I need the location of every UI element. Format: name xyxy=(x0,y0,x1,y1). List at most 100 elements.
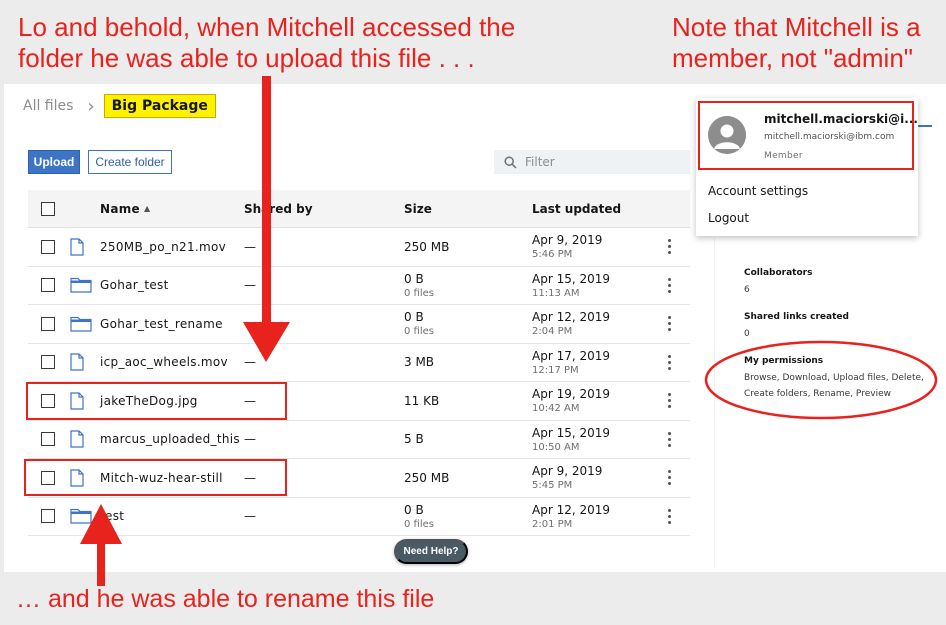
shared-links-value: 0 xyxy=(744,329,750,339)
file-name[interactable]: icp_aoc_wheels.mov xyxy=(100,344,228,382)
select-all-checkbox[interactable] xyxy=(41,201,55,216)
file-count: 0 files xyxy=(404,518,434,530)
annotation-line: Lo and behold, when Mitchell accessed th… xyxy=(18,12,516,42)
overflow-menu-icon[interactable] xyxy=(664,267,675,305)
breadcrumb-current-folder: Big Package xyxy=(103,94,216,118)
date-cell: Apr 19, 2019 10:42 AM xyxy=(532,382,610,420)
column-name[interactable]: Name ▲ xyxy=(100,190,150,227)
table-row[interactable]: marcus_uploaded_this — 5 B Apr 15, 2019 10:5… xyxy=(28,421,690,459)
breadcrumb-all-files[interactable]: All files xyxy=(23,98,73,114)
size-value: 250 MB xyxy=(404,470,450,485)
size-cell: 11 KB xyxy=(404,382,439,420)
breadcrumb-separator: › xyxy=(87,95,95,117)
size-cell: 5 B xyxy=(404,421,424,459)
active-tab-indicator xyxy=(918,125,932,127)
row-checkbox[interactable] xyxy=(41,355,55,370)
overflow-menu-icon[interactable] xyxy=(664,228,675,266)
date-cell: Apr 12, 2019 2:01 PM xyxy=(532,498,610,536)
row-checkbox[interactable] xyxy=(41,432,55,447)
file-name[interactable]: Gohar_test xyxy=(100,267,169,305)
table-row[interactable]: Gohar_test — 0 B0 files Apr 15, 2019 11:13 A… xyxy=(28,267,690,305)
size-value: 3 MB xyxy=(404,355,435,370)
table-header: Name ▲ Shared by Size Last updated xyxy=(28,190,690,228)
time-value: 2:04 PM xyxy=(532,326,573,338)
size-cell: 0 B0 files xyxy=(404,498,434,536)
need-help-button[interactable]: Need Help? xyxy=(394,539,468,564)
shared-by: — xyxy=(244,239,256,254)
annotation-line: Note that Mitchell is a xyxy=(672,12,921,42)
shared-by: — xyxy=(244,355,256,370)
overflow-menu-icon[interactable] xyxy=(664,498,675,536)
time-value: 2:01 PM xyxy=(532,518,573,530)
filter-input[interactable]: Filter xyxy=(494,150,690,174)
folder-icon xyxy=(70,305,92,343)
folder-icon xyxy=(70,267,92,305)
date-value: Apr 12, 2019 xyxy=(532,310,611,325)
file-icon xyxy=(70,228,84,266)
size-value: 0 B xyxy=(404,310,424,325)
details-panel: Collaborators 6 Shared links created 0 M… xyxy=(714,238,946,568)
row-checkbox-cell xyxy=(41,498,55,536)
account-settings-link[interactable]: Account settings xyxy=(708,184,808,198)
select-all-cell xyxy=(41,190,55,227)
overflow-menu-icon[interactable] xyxy=(664,305,675,343)
create-folder-button[interactable]: Create folder xyxy=(88,150,172,174)
time-value: 5:46 PM xyxy=(532,249,573,261)
file-name[interactable]: 250MB_po_n21.mov xyxy=(100,228,226,266)
column-size[interactable]: Size xyxy=(404,190,432,227)
time-value: 10:42 AM xyxy=(532,403,580,415)
file-name[interactable]: marcus_uploaded_this xyxy=(100,421,240,459)
row-checkbox[interactable] xyxy=(41,509,55,524)
size-cell: 0 B0 files xyxy=(404,305,434,343)
file-name[interactable]: Gohar_test_rename xyxy=(100,305,223,343)
collaborators-label: Collaborators xyxy=(744,268,813,278)
date-cell: Apr 9, 2019 5:46 PM xyxy=(532,228,602,266)
column-shared-by[interactable]: Shared by xyxy=(244,190,313,227)
row-checkbox-cell xyxy=(41,228,55,266)
file-name[interactable]: test xyxy=(100,498,124,536)
row-checkbox[interactable] xyxy=(41,278,55,293)
row-checkbox-cell xyxy=(41,305,55,343)
time-value: 5:45 PM xyxy=(532,480,573,492)
size-value: 0 B xyxy=(404,271,424,286)
table-row[interactable]: Gohar_test_rename — 0 B0 files Apr 12, 2019… xyxy=(28,305,690,344)
date-value: Apr 12, 2019 xyxy=(532,502,611,517)
filter-placeholder: Filter xyxy=(525,155,555,169)
size-value: 0 B xyxy=(404,502,424,517)
size-value: 11 KB xyxy=(404,393,440,408)
annotation-line: member, not "admin" xyxy=(672,43,914,73)
date-value: Apr 19, 2019 xyxy=(532,387,611,402)
uploaded-file-highlight-box xyxy=(26,382,287,420)
size-value: 250 MB xyxy=(404,239,450,254)
overflow-menu-icon[interactable] xyxy=(664,421,675,459)
permissions-line: Create folders, Rename, Preview xyxy=(744,389,891,399)
file-icon xyxy=(70,344,84,382)
time-value: 12:17 PM xyxy=(532,364,579,376)
upload-button[interactable]: Upload xyxy=(28,150,80,174)
date-cell: Apr 15, 2019 10:50 AM xyxy=(532,421,610,459)
annotation-upload-note: Lo and behold, when Mitchell accessed th… xyxy=(18,12,515,74)
size-cell: 250 MB xyxy=(404,459,449,497)
date-value: Apr 9, 2019 xyxy=(532,233,603,248)
table-row[interactable]: icp_aoc_wheels.mov — 3 MB Apr 17, 2019 12:17… xyxy=(28,344,690,382)
row-checkbox[interactable] xyxy=(41,239,55,254)
row-checkbox-cell xyxy=(41,267,55,305)
row-checkbox[interactable] xyxy=(41,316,55,331)
shared-by: — xyxy=(244,316,256,331)
collaborators-value: 6 xyxy=(744,285,750,295)
overflow-menu-icon[interactable] xyxy=(664,344,675,382)
overflow-menu-icon[interactable] xyxy=(664,459,675,497)
table-row[interactable]: test — 0 B0 files Apr 12, 2019 2:01 PM xyxy=(28,498,690,536)
annotation-rename-note: … and he was able to rename this file xyxy=(16,585,435,613)
column-last-updated[interactable]: Last updated xyxy=(532,190,621,227)
date-cell: Apr 15, 2019 11:13 AM xyxy=(532,267,610,305)
size-cell: 3 MB xyxy=(404,344,434,382)
account-highlight-box xyxy=(698,101,914,170)
overflow-menu-icon[interactable] xyxy=(664,382,675,420)
file-count: 0 files xyxy=(404,287,434,299)
annotation-line: folder he was able to upload this file .… xyxy=(18,43,475,73)
table-row[interactable]: 250MB_po_n21.mov — 250 MB Apr 9, 2019 5:46 P… xyxy=(28,228,690,267)
date-cell: Apr 9, 2019 5:45 PM xyxy=(532,459,602,497)
logout-link[interactable]: Logout xyxy=(708,211,749,225)
file-count: 0 files xyxy=(404,326,434,338)
